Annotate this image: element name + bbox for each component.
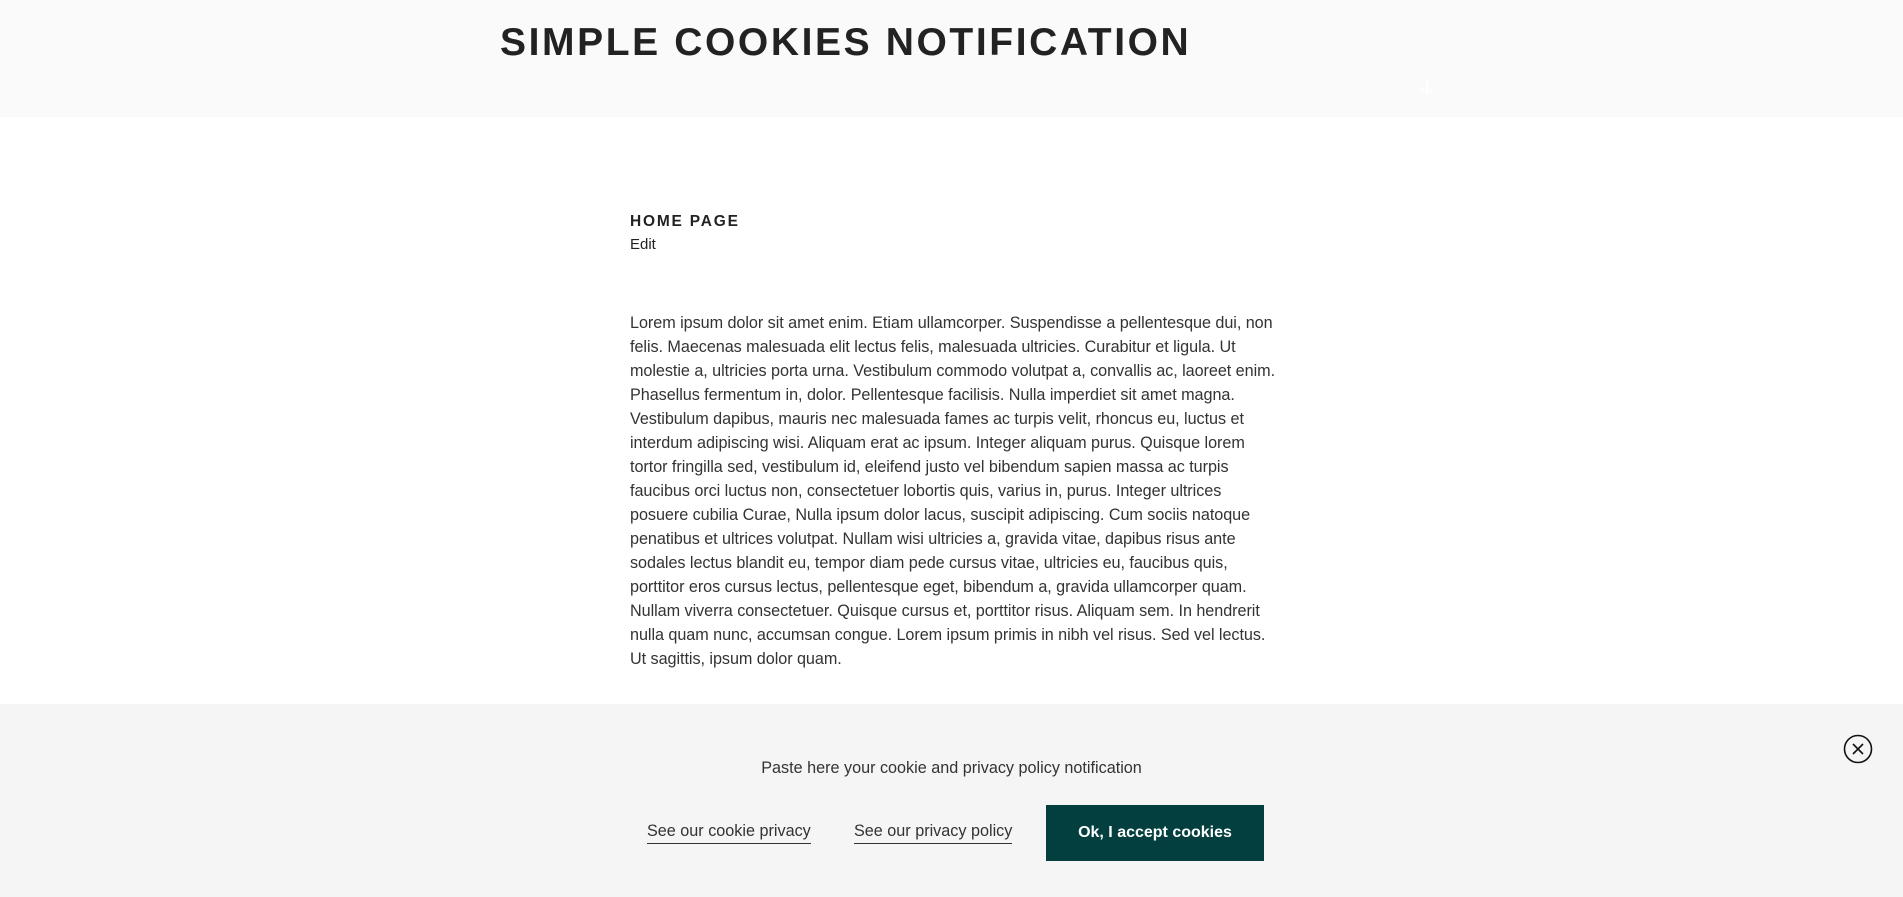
page-article: HOME PAGE Edit Lorem ipsum dolor sit ame… [630, 210, 1275, 671]
cookie-notice-message: Paste here your cookie and privacy polic… [761, 759, 1142, 777]
privacy-policy-link[interactable]: See our privacy policy [854, 820, 1013, 844]
cookie-notice-bar [0, 704, 1903, 897]
page-body-text: Lorem ipsum dolor sit amet enim. Etiam u… [630, 314, 1276, 668]
page-title: HOME PAGE [630, 213, 740, 230]
cookie-privacy-link[interactable]: See our cookie privacy [647, 820, 811, 844]
site-title[interactable]: SIMPLE COOKIES NOTIFICATION [500, 21, 1191, 65]
accept-cookies-button[interactable]: Ok, I accept cookies [1046, 805, 1264, 861]
site-header: SIMPLE COOKIES NOTIFICATION [0, 0, 1903, 117]
arrow-down-icon[interactable] [1419, 76, 1435, 98]
edit-link[interactable]: Edit [630, 235, 656, 255]
